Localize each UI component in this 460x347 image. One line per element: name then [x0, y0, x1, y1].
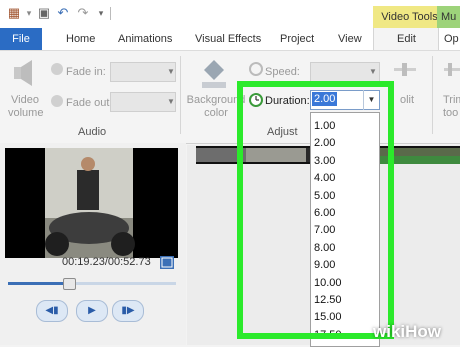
- speed-label: Speed:: [265, 66, 300, 78]
- app-menu-arrow-icon[interactable]: ▾: [21, 5, 37, 21]
- app-icon[interactable]: ▦: [6, 5, 22, 21]
- split-icon: [394, 63, 416, 76]
- audio-group-label: Audio: [78, 126, 107, 138]
- fade-out-icon: [50, 94, 64, 108]
- video-preview: [5, 148, 178, 258]
- fade-in-dropdown-icon: ▼: [167, 67, 175, 76]
- fade-in-label: Fade in:: [66, 66, 106, 78]
- tab-visual-effects[interactable]: Visual Effects: [195, 28, 261, 50]
- tab-animations[interactable]: Animations: [118, 28, 172, 50]
- fade-out-label: Fade out:: [66, 97, 113, 109]
- tab-view[interactable]: View: [338, 28, 362, 50]
- fade-out-dropdown-icon: ▼: [167, 97, 175, 106]
- tab-home[interactable]: Home: [66, 28, 95, 50]
- fullscreen-icon[interactable]: [160, 256, 174, 269]
- seek-thumb[interactable]: [63, 278, 76, 290]
- previous-frame-button[interactable]: ◀▮: [36, 300, 68, 322]
- group-divider: [432, 56, 433, 134]
- tab-edit[interactable]: Edit: [397, 28, 416, 50]
- undo-icon[interactable]: ↶: [55, 5, 71, 21]
- split-label: olit: [400, 94, 415, 106]
- trim-tool-label: Trim too: [443, 94, 460, 119]
- play-button[interactable]: ▶: [76, 300, 108, 322]
- tab-project[interactable]: Project: [280, 28, 314, 50]
- redo-icon[interactable]: ↷: [75, 5, 91, 21]
- video-volume-label: Video volume: [8, 94, 44, 119]
- next-frame-button[interactable]: ▮▶: [112, 300, 144, 322]
- background-color-button[interactable]: [198, 56, 230, 92]
- tab-options[interactable]: Op: [444, 28, 459, 50]
- playback-time: 00:19.23/00:52.73: [62, 256, 151, 268]
- speaker-icon: [14, 60, 32, 86]
- watermark: wikiHow: [373, 322, 442, 341]
- seek-progress: [8, 282, 68, 285]
- video-volume-button[interactable]: [10, 58, 38, 90]
- preview-frame-image: [5, 148, 178, 258]
- tab-file[interactable]: File: [0, 28, 42, 50]
- trim-tool-button[interactable]: [442, 60, 460, 86]
- context-tab-music-tools: Mu: [437, 6, 460, 28]
- save-icon[interactable]: ▣: [36, 5, 52, 21]
- context-tab-video-tools: Video Tools: [373, 6, 446, 28]
- fade-in-icon: [50, 62, 64, 76]
- qat-divider: [110, 7, 111, 20]
- paint-bucket-icon: [202, 60, 226, 88]
- speed-dropdown-icon: ▼: [369, 67, 377, 76]
- group-divider: [180, 56, 181, 134]
- trim-icon: [444, 63, 460, 76]
- highlight-frame: [237, 81, 394, 339]
- speed-icon: [249, 62, 263, 76]
- customize-qat-icon[interactable]: ▾: [93, 5, 109, 21]
- split-button[interactable]: [392, 60, 418, 86]
